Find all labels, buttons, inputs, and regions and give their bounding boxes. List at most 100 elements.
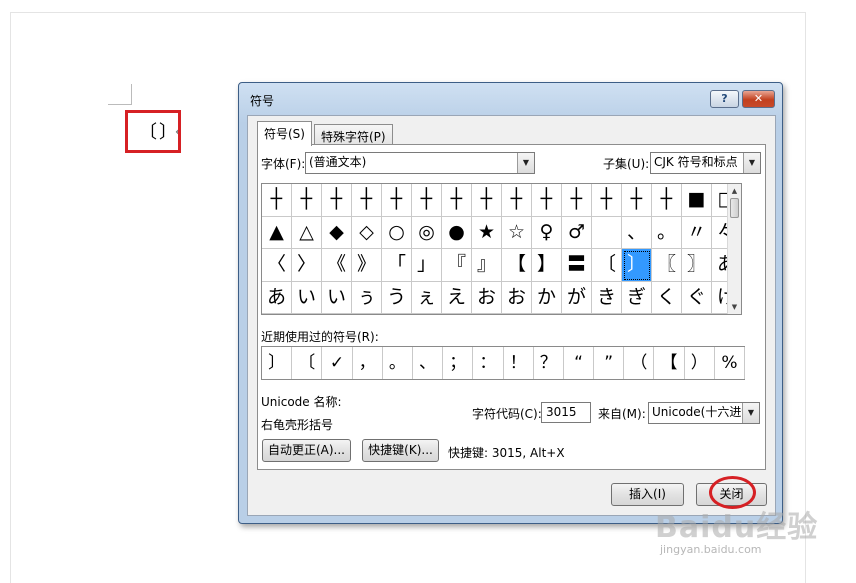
font-select[interactable]: (普通文本) ▼ bbox=[305, 152, 535, 174]
recent-symbol-cell[interactable]: 〔 bbox=[292, 347, 323, 379]
autocorrect-button[interactable]: 自动更正(A)... bbox=[262, 439, 351, 462]
recent-symbol-cell[interactable]: 【 bbox=[654, 347, 685, 379]
symbol-cell[interactable]: ┼ bbox=[442, 184, 472, 217]
from-select[interactable]: Unicode(十六进制) ▼ bbox=[648, 402, 760, 424]
symbol-cell[interactable]: ┼ bbox=[412, 184, 442, 217]
dialog-title: 符号 bbox=[250, 94, 275, 108]
symbol-cell[interactable]: く bbox=[652, 281, 682, 314]
window-close-button[interactable]: ✕ bbox=[742, 90, 775, 108]
symbol-cell[interactable]: ぅ bbox=[352, 281, 382, 314]
unicode-name-value: 右龟壳形括号 bbox=[261, 418, 334, 432]
symbol-cell[interactable]: え bbox=[442, 281, 472, 314]
symbol-cell[interactable]: ○ bbox=[382, 216, 412, 249]
symbol-cell[interactable]: か bbox=[532, 281, 562, 314]
symbol-cell[interactable]: い bbox=[322, 281, 352, 314]
chevron-down-icon[interactable]: ▼ bbox=[743, 153, 760, 173]
symbol-cell[interactable]: ┼ bbox=[562, 184, 592, 217]
shortcut-key-text: 快捷键: 3015, Alt+X bbox=[448, 446, 565, 460]
scroll-up-icon[interactable]: ▲ bbox=[728, 185, 741, 197]
recent-symbol-cell[interactable]: ✓ bbox=[322, 347, 353, 379]
symbol-cell[interactable]: 〕 bbox=[622, 249, 652, 282]
recent-symbol-cell[interactable]: “ bbox=[564, 347, 595, 379]
scroll-down-icon[interactable]: ▼ bbox=[728, 301, 741, 313]
symbol-cell[interactable]: 『 bbox=[442, 249, 472, 282]
symbol-cell[interactable]: 〈 bbox=[262, 249, 292, 282]
symbol-cell[interactable]: 】 bbox=[532, 249, 562, 282]
scroll-thumb[interactable] bbox=[730, 198, 739, 218]
recent-symbol-cell[interactable]: ： bbox=[473, 347, 504, 379]
symbol-cell[interactable]: ▲ bbox=[262, 216, 292, 249]
symbol-cell[interactable]: い bbox=[292, 281, 322, 314]
symbol-cell[interactable]: ★ bbox=[472, 216, 502, 249]
symbol-cell[interactable]: ● bbox=[442, 216, 472, 249]
recent-symbol-cell[interactable]: ！ bbox=[504, 347, 534, 379]
recent-symbol-cell[interactable]: ？ bbox=[534, 347, 564, 379]
symbol-cell[interactable]: ◆ bbox=[322, 216, 352, 249]
chevron-down-icon[interactable]: ▼ bbox=[517, 153, 534, 173]
from-label: 来自(M): bbox=[598, 407, 646, 421]
symbol-cell[interactable]: ┼ bbox=[502, 184, 532, 217]
recent-symbol-cell[interactable]: ， bbox=[353, 347, 383, 379]
symbol-cell[interactable]: ☆ bbox=[502, 216, 532, 249]
recent-symbol-cell[interactable]: 〕 bbox=[262, 347, 293, 379]
recent-symbol-cell[interactable]: 、 bbox=[413, 347, 444, 379]
char-code-input[interactable]: 3015 bbox=[541, 402, 591, 423]
recent-symbol-cell[interactable]: % bbox=[715, 347, 745, 379]
symbol-cell[interactable]: 、 bbox=[622, 216, 652, 249]
symbol-cell[interactable]: ┼ bbox=[652, 184, 682, 217]
symbol-cell[interactable]: ■ bbox=[682, 184, 712, 217]
recent-symbol-cell[interactable]: （ bbox=[624, 347, 655, 379]
symbol-cell[interactable]: ぇ bbox=[412, 281, 442, 314]
symbol-cell[interactable]: 《 bbox=[322, 249, 352, 282]
symbol-cell[interactable]: ┼ bbox=[352, 184, 382, 217]
symbol-cell[interactable]: 〓 bbox=[562, 249, 592, 282]
symbol-cell[interactable]: ぐ bbox=[682, 281, 712, 314]
symbol-cell[interactable]: 〔 bbox=[592, 249, 622, 282]
symbol-cell[interactable]: 「 bbox=[382, 249, 412, 282]
symbol-cell[interactable]: 』 bbox=[472, 249, 502, 282]
symbol-cell[interactable]: ♂ bbox=[562, 216, 592, 249]
symbol-cell[interactable]: お bbox=[472, 281, 502, 314]
chevron-down-icon[interactable]: ▼ bbox=[742, 403, 759, 423]
recent-symbol-cell[interactable]: ） bbox=[685, 347, 715, 379]
symbol-cell[interactable]: 〉 bbox=[292, 249, 322, 282]
symbol-cell[interactable]: 〗 bbox=[682, 249, 712, 282]
symbol-cell[interactable]: う bbox=[382, 281, 412, 314]
recent-symbol-cell[interactable]: ； bbox=[443, 347, 474, 379]
recent-symbols-list[interactable]: 〕〔 ✓，。、；：！？ “” （【）% bbox=[261, 346, 745, 380]
symbol-cell[interactable]: ♀ bbox=[532, 216, 562, 249]
symbol-cell[interactable]: ◇ bbox=[352, 216, 382, 249]
symbol-cell[interactable]: ┼ bbox=[322, 184, 352, 217]
recent-symbols-label: 近期使用过的符号(R): bbox=[261, 330, 379, 344]
recent-symbol-cell[interactable]: ” bbox=[594, 347, 625, 379]
symbol-cell[interactable]: ┼ bbox=[262, 184, 292, 217]
symbol-cell[interactable]: ┼ bbox=[382, 184, 412, 217]
symbol-cell[interactable]: ┼ bbox=[472, 184, 502, 217]
symbol-cell[interactable]: 〖 bbox=[652, 249, 682, 282]
recent-symbol-cell[interactable]: 。 bbox=[383, 347, 413, 379]
symbol-cell[interactable]: が bbox=[562, 281, 592, 314]
symbol-cell[interactable]: お bbox=[502, 281, 532, 314]
subset-select[interactable]: CJK 符号和标点 ▼ bbox=[650, 152, 761, 174]
shortcut-key-button[interactable]: 快捷键(K)... bbox=[362, 439, 439, 462]
symbol-cell[interactable]: 。 bbox=[652, 216, 682, 249]
symbol-cell[interactable]: 〃 bbox=[682, 216, 712, 249]
symbol-cell[interactable]: あ bbox=[262, 281, 292, 314]
symbol-cell[interactable]: ┼ bbox=[292, 184, 322, 217]
symbol-cell[interactable] bbox=[592, 216, 622, 249]
symbol-cell[interactable]: ┼ bbox=[592, 184, 622, 217]
symbol-cell[interactable]: 」 bbox=[412, 249, 442, 282]
symbol-cell[interactable]: ┼ bbox=[622, 184, 652, 217]
tab-special-characters[interactable]: 特殊字符(P) bbox=[314, 124, 393, 146]
symbol-cell[interactable]: ぎ bbox=[622, 281, 652, 314]
symbol-cell[interactable]: ┼ bbox=[532, 184, 562, 217]
symbol-grid[interactable]: ┼┼┼┼┼┼┼┼┼┼┼┼┼┼■□▲△◆◇○◎●★☆♀♂ 、。〃々〈〉《》「」『』… bbox=[261, 183, 742, 315]
symbol-cell[interactable]: ◎ bbox=[412, 216, 442, 249]
symbol-cell[interactable]: き bbox=[592, 281, 622, 314]
tab-symbols[interactable]: 符号(S) bbox=[257, 121, 312, 146]
symbol-cell[interactable]: 【 bbox=[502, 249, 532, 282]
symbol-cell[interactable]: △ bbox=[292, 216, 322, 249]
help-button[interactable]: ? bbox=[710, 90, 739, 108]
symbol-grid-scrollbar[interactable]: ▲ ▼ bbox=[727, 184, 741, 314]
symbol-cell[interactable]: 》 bbox=[352, 249, 382, 282]
